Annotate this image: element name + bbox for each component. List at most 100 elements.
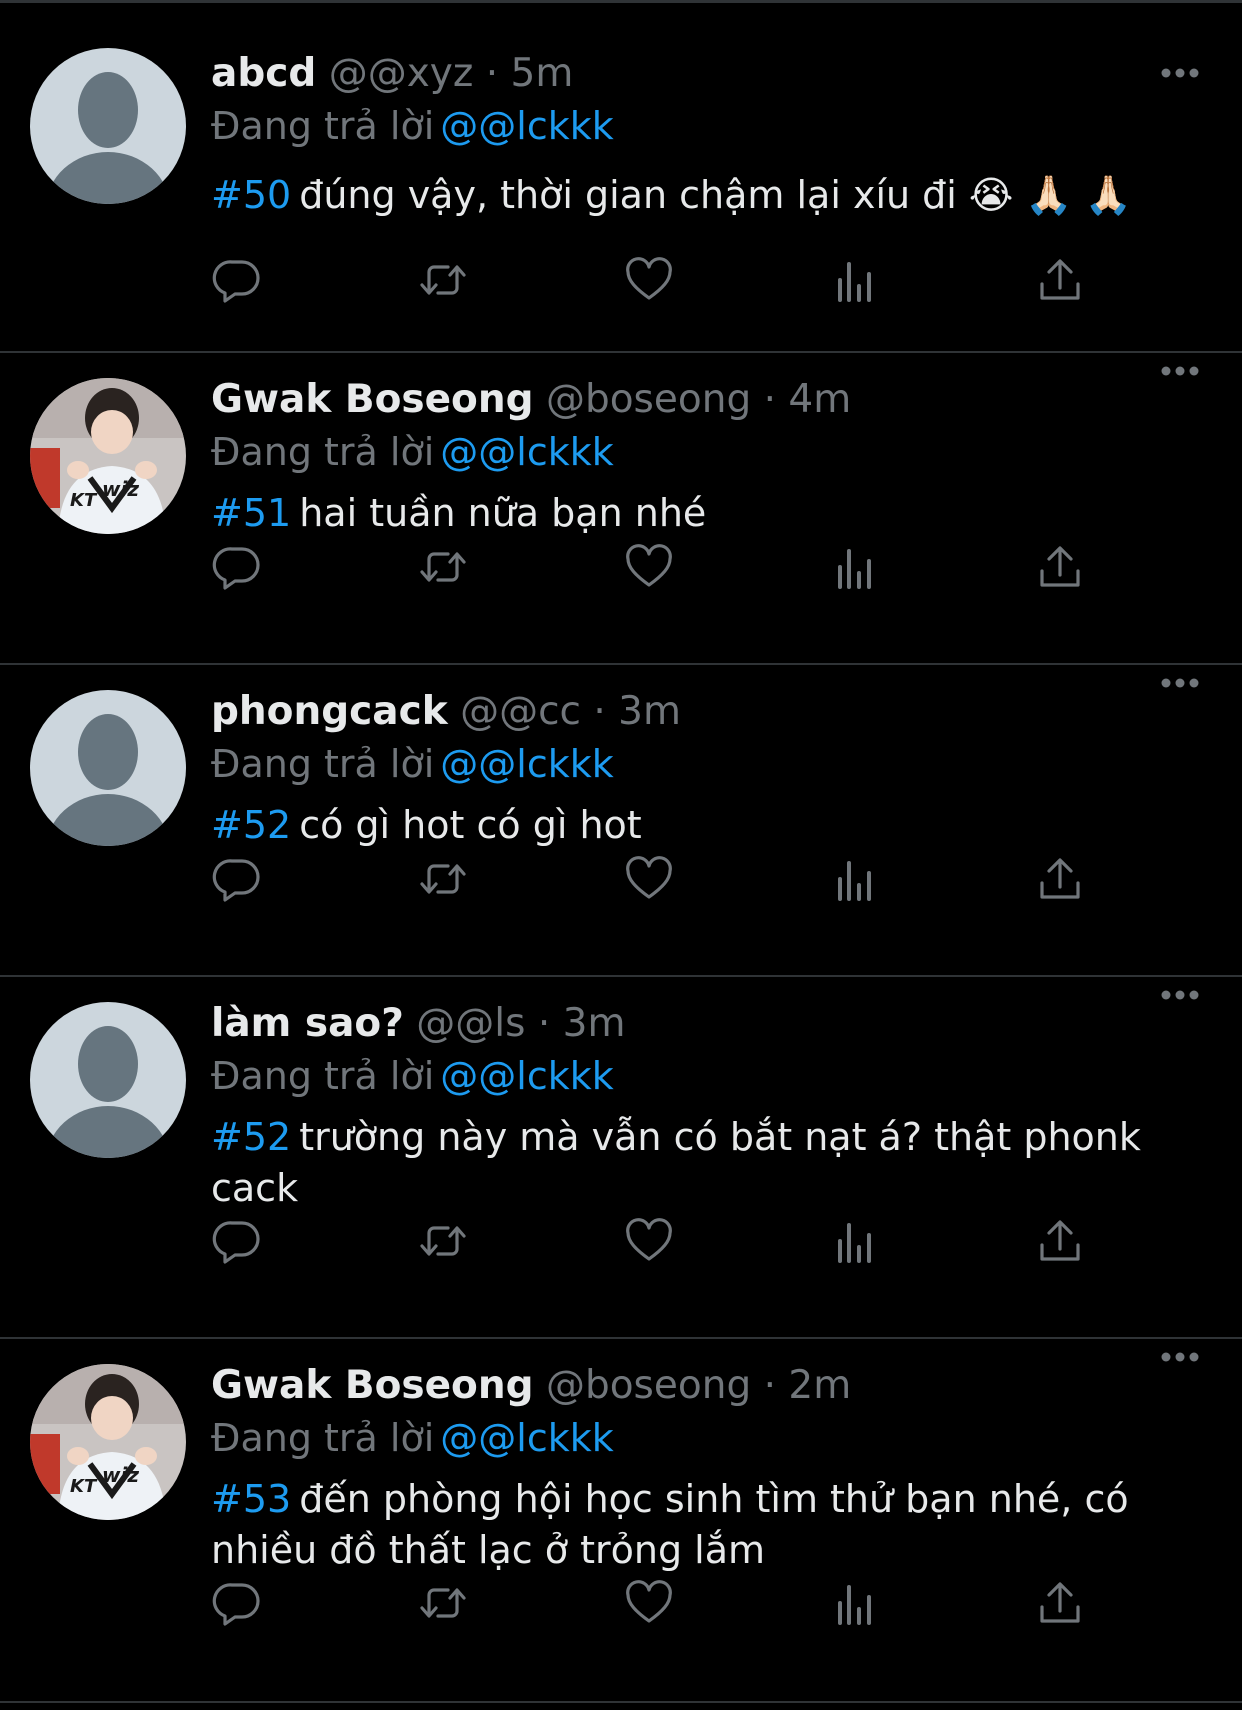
like-icon[interactable] [623,1215,675,1267]
tweet-header: Gwak Boseong @boseong · 4m [211,374,1202,426]
reply-icon[interactable] [211,853,263,905]
reply-to-handle[interactable]: @@lckkk [440,742,613,786]
hashtag[interactable]: #52 [211,803,291,847]
display-name[interactable]: phongcack [211,689,448,734]
separator-dot: · [537,1001,551,1046]
avatar[interactable] [30,690,186,846]
more-options-icon[interactable] [1160,67,1200,79]
share-icon[interactable] [1034,853,1086,905]
avatar[interactable] [30,1002,186,1158]
top-divider [0,0,1242,3]
handle[interactable]: @boseong [546,1363,751,1408]
reply-icon[interactable] [211,541,263,593]
tweet-body: đúng vậy, thời gian chậm lại xíu đi 😭 🙏🏻… [299,173,1133,217]
tweet[interactable]: phongcack @@cc · 3m Đang trả lời @@lckkk … [0,665,1242,977]
like-icon[interactable] [623,1577,675,1629]
like-icon[interactable] [623,853,675,905]
tweet-text: #52 có gì hot có gì hot [211,800,1202,851]
default-avatar-icon [30,1002,186,1158]
reply-to-handle[interactable]: @@lckkk [440,1416,613,1460]
display-name[interactable]: abcd [211,51,316,96]
hashtag[interactable]: #52 [211,1115,291,1159]
display-name[interactable]: làm sao? [211,1001,404,1046]
retweet-icon[interactable] [417,1577,469,1629]
tweet[interactable]: KT wiz Gwak Boseong @boseong · 4m Đang t… [0,353,1242,665]
reply-to-handle[interactable]: @@lckkk [440,430,613,474]
tweet-body: trường này mà vẫn có bắt nạt á? thật pho… [211,1115,1141,1210]
default-avatar-icon [30,48,186,204]
tweet-body: có gì hot có gì hot [299,803,642,847]
share-icon[interactable] [1034,254,1086,306]
separator-dot: · [763,1363,777,1408]
reply-icon[interactable] [211,254,263,306]
like-icon[interactable] [623,254,675,306]
handle[interactable]: @@cc [460,689,581,734]
timestamp[interactable]: 3m [563,1001,626,1046]
tweet-header: phongcack @@cc · 3m [211,686,1202,738]
timestamp[interactable]: 5m [511,51,574,96]
svg-text:wiz: wiz [102,477,139,501]
tweet-actions [211,254,1111,306]
avatar[interactable]: KT wiz [30,1364,186,1520]
avatar[interactable] [30,48,186,204]
reply-icon[interactable] [211,1215,263,1267]
replying-to: Đang trả lời @@lckkk [211,426,1202,478]
retweet-icon[interactable] [417,1215,469,1267]
reply-to-handle[interactable]: @@lckkk [440,1054,613,1098]
replying-to: Đang trả lời @@lckkk [211,1050,1202,1102]
reply-prefix: Đang trả lời [211,1416,435,1460]
more-options-icon[interactable] [1160,365,1200,377]
reply-icon[interactable] [211,1577,263,1629]
profile-photo-image: KT wiz [30,1364,186,1520]
separator-dot: · [485,51,499,96]
display-name[interactable]: Gwak Boseong [211,1363,534,1408]
timestamp[interactable]: 4m [788,377,851,422]
share-icon[interactable] [1034,541,1086,593]
retweet-icon[interactable] [417,254,469,306]
more-options-icon[interactable] [1160,1351,1200,1363]
handle[interactable]: @@ls [416,1001,525,1046]
hashtag[interactable]: #53 [211,1477,291,1521]
tweet-actions [211,853,1111,905]
timestamp[interactable]: 3m [618,689,681,734]
views-icon[interactable] [829,1577,881,1629]
like-icon[interactable] [623,541,675,593]
tweet[interactable]: abcd @@xyz · 5m Đang trả lời @@lckkk #50 đ… [0,4,1242,353]
tweet[interactable]: làm sao? @@ls · 3m Đang trả lời @@lckkk #… [0,977,1242,1339]
more-options-icon[interactable] [1160,989,1200,1001]
tweet-text: #53 đến phòng hội học sinh tìm thử bạn nh… [211,1474,1202,1576]
views-icon[interactable] [829,853,881,905]
avatar[interactable]: KT wiz [30,378,186,534]
tweet-actions [211,1215,1111,1267]
reply-feed: abcd @@xyz · 5m Đang trả lời @@lckkk #50 đ… [0,0,1242,1710]
reply-prefix: Đang trả lời [211,742,435,786]
tweet-body: hai tuần nữa bạn nhé [299,491,707,535]
svg-text:wiz: wiz [102,1463,139,1487]
tweet-header: abcd @@xyz · 5m [211,48,1202,100]
hashtag[interactable]: #50 [211,173,291,217]
replying-to: Đang trả lời @@lckkk [211,100,1202,152]
default-avatar-icon [30,690,186,846]
tweet-text: #50 đúng vậy, thời gian chậm lại xíu đi 😭… [211,170,1202,221]
more-options-icon[interactable] [1160,677,1200,689]
retweet-icon[interactable] [417,853,469,905]
views-icon[interactable] [829,541,881,593]
views-icon[interactable] [829,1215,881,1267]
timestamp[interactable]: 2m [788,1363,851,1408]
handle[interactable]: @@xyz [329,51,474,96]
reply-prefix: Đang trả lời [211,430,435,474]
display-name[interactable]: Gwak Boseong [211,377,534,422]
tweet-header: Gwak Boseong @boseong · 2m [211,1360,1202,1412]
hashtag[interactable]: #51 [211,491,291,535]
share-icon[interactable] [1034,1215,1086,1267]
replying-to: Đang trả lời @@lckkk [211,1412,1202,1464]
share-icon[interactable] [1034,1577,1086,1629]
tweet-text: #51 hai tuần nữa bạn nhé [211,488,1202,539]
reply-to-handle[interactable]: @@lckkk [440,104,613,148]
handle[interactable]: @boseong [546,377,751,422]
replying-to: Đang trả lời @@lckkk [211,738,1202,790]
tweet-actions [211,541,1111,593]
views-icon[interactable] [829,254,881,306]
tweet[interactable]: KT wiz Gwak Boseong @boseong · 2m Đang t… [0,1339,1242,1703]
retweet-icon[interactable] [417,541,469,593]
